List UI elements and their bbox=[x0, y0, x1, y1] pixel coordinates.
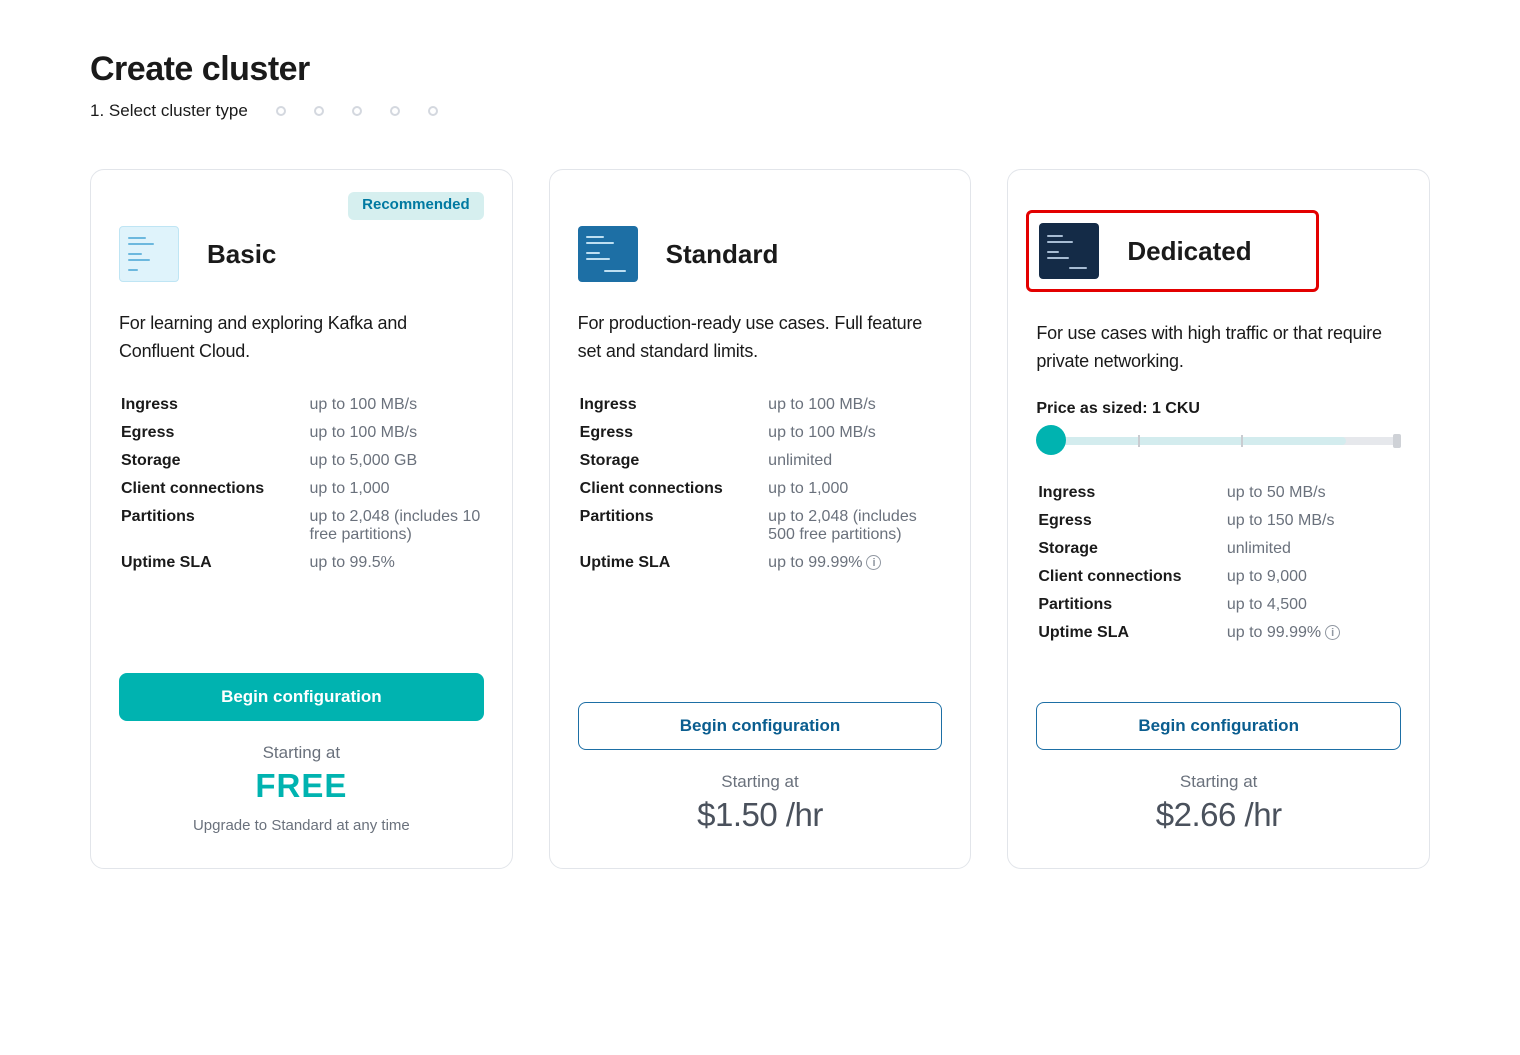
slider-thumb[interactable] bbox=[1036, 425, 1066, 455]
cku-size-label: Price as sized: 1 CKU bbox=[1036, 400, 1401, 418]
spec-val: up to 9,000 bbox=[1227, 564, 1399, 590]
step-current-label: 1. Select cluster type bbox=[90, 101, 248, 121]
slider-tick bbox=[1241, 435, 1243, 447]
price-subtext: Upgrade to Standard at any time bbox=[119, 817, 484, 834]
price-value: $1.50 /hr bbox=[578, 796, 943, 834]
spec-key: Egress bbox=[1038, 508, 1225, 534]
slider-end-icon bbox=[1393, 434, 1401, 448]
price-label: Starting at bbox=[1036, 772, 1401, 792]
info-icon[interactable]: i bbox=[1325, 625, 1340, 640]
spec-val: up to 100 MB/s bbox=[310, 420, 482, 446]
spec-key: Uptime SLA bbox=[1038, 620, 1225, 646]
spec-val: up to 5,000 GB bbox=[310, 448, 482, 474]
plan-card-basic: Recommended Basic For learning and explo… bbox=[90, 169, 513, 869]
step-dot bbox=[276, 106, 286, 116]
cluster-basic-icon bbox=[119, 226, 179, 282]
spec-key: Ingress bbox=[1038, 480, 1225, 506]
spec-key: Egress bbox=[580, 420, 767, 446]
step-dot bbox=[314, 106, 324, 116]
plan-description: For use cases with high traffic or that … bbox=[1036, 320, 1401, 376]
plan-header-standard: Standard bbox=[578, 226, 943, 282]
spec-val: up to 100 MB/s bbox=[310, 392, 482, 418]
plan-header-basic: Basic bbox=[119, 226, 484, 282]
spec-key: Client connections bbox=[121, 476, 308, 502]
spec-key: Client connections bbox=[580, 476, 767, 502]
spec-key: Ingress bbox=[580, 392, 767, 418]
plan-title: Standard bbox=[666, 239, 779, 270]
begin-configuration-button[interactable]: Begin configuration bbox=[578, 702, 943, 750]
plan-cards: Recommended Basic For learning and explo… bbox=[90, 169, 1430, 869]
spec-key: Storage bbox=[121, 448, 308, 474]
plan-header-dedicated: Dedicated bbox=[1026, 210, 1318, 292]
spec-key: Uptime SLA bbox=[580, 550, 767, 576]
spec-key: Uptime SLA bbox=[121, 550, 308, 576]
spec-val: up to 4,500 bbox=[1227, 592, 1399, 618]
spec-key: Partitions bbox=[121, 504, 308, 548]
spec-val: up to 2,048 (includes 10 free partitions… bbox=[310, 504, 482, 548]
spec-key: Partitions bbox=[580, 504, 767, 548]
spec-val: up to 50 MB/s bbox=[1227, 480, 1399, 506]
spec-val: up to 1,000 bbox=[310, 476, 482, 502]
spec-key: Partitions bbox=[1038, 592, 1225, 618]
info-icon[interactable]: i bbox=[866, 555, 881, 570]
spec-val: unlimited bbox=[768, 448, 940, 474]
plan-card-dedicated: Dedicated For use cases with high traffi… bbox=[1007, 169, 1430, 869]
plan-specs: Ingressup to 50 MB/s Egressup to 150 MB/… bbox=[1036, 478, 1401, 648]
price-block: Starting at $2.66 /hr bbox=[1036, 772, 1401, 834]
slider-fill bbox=[1036, 437, 1346, 445]
step-dot bbox=[390, 106, 400, 116]
spec-val: up to 100 MB/s bbox=[768, 392, 940, 418]
cluster-standard-icon bbox=[578, 226, 638, 282]
spec-val: up to 150 MB/s bbox=[1227, 508, 1399, 534]
price-label: Starting at bbox=[578, 772, 943, 792]
price-label: Starting at bbox=[119, 743, 484, 763]
step-dot bbox=[352, 106, 362, 116]
spec-val: up to 99.99%i bbox=[768, 550, 940, 576]
stepper: 1. Select cluster type bbox=[90, 101, 1430, 121]
spec-val: unlimited bbox=[1227, 536, 1399, 562]
spec-val: up to 1,000 bbox=[768, 476, 940, 502]
plan-card-standard: Standard For production-ready use cases.… bbox=[549, 169, 972, 869]
spec-val: up to 2,048 (includes 500 free partition… bbox=[768, 504, 940, 548]
cku-slider[interactable] bbox=[1036, 432, 1401, 450]
spec-key: Ingress bbox=[121, 392, 308, 418]
plan-description: For production-ready use cases. Full fea… bbox=[578, 310, 943, 366]
begin-configuration-button[interactable]: Begin configuration bbox=[119, 673, 484, 721]
plan-title: Dedicated bbox=[1127, 236, 1251, 267]
spec-key: Storage bbox=[1038, 536, 1225, 562]
price-block: Starting at $1.50 /hr bbox=[578, 772, 943, 834]
recommended-badge: Recommended bbox=[348, 192, 484, 220]
spec-key: Egress bbox=[121, 420, 308, 446]
spec-val: up to 100 MB/s bbox=[768, 420, 940, 446]
price-block: Starting at FREE Upgrade to Standard at … bbox=[119, 743, 484, 834]
spec-val: up to 99.5% bbox=[310, 550, 482, 576]
page-title: Create cluster bbox=[90, 50, 1430, 89]
spec-key: Client connections bbox=[1038, 564, 1225, 590]
plan-specs: Ingressup to 100 MB/s Egressup to 100 MB… bbox=[578, 390, 943, 578]
step-dot bbox=[428, 106, 438, 116]
cluster-dedicated-icon bbox=[1039, 223, 1099, 279]
plan-specs: Ingressup to 100 MB/s Egressup to 100 MB… bbox=[119, 390, 484, 578]
spec-val: up to 99.99%i bbox=[1227, 620, 1399, 646]
slider-tick bbox=[1138, 435, 1140, 447]
spec-key: Storage bbox=[580, 448, 767, 474]
plan-title: Basic bbox=[207, 239, 276, 270]
begin-configuration-button[interactable]: Begin configuration bbox=[1036, 702, 1401, 750]
price-value: FREE bbox=[119, 767, 484, 805]
price-value: $2.66 /hr bbox=[1036, 796, 1401, 834]
plan-description: For learning and exploring Kafka and Con… bbox=[119, 310, 484, 366]
